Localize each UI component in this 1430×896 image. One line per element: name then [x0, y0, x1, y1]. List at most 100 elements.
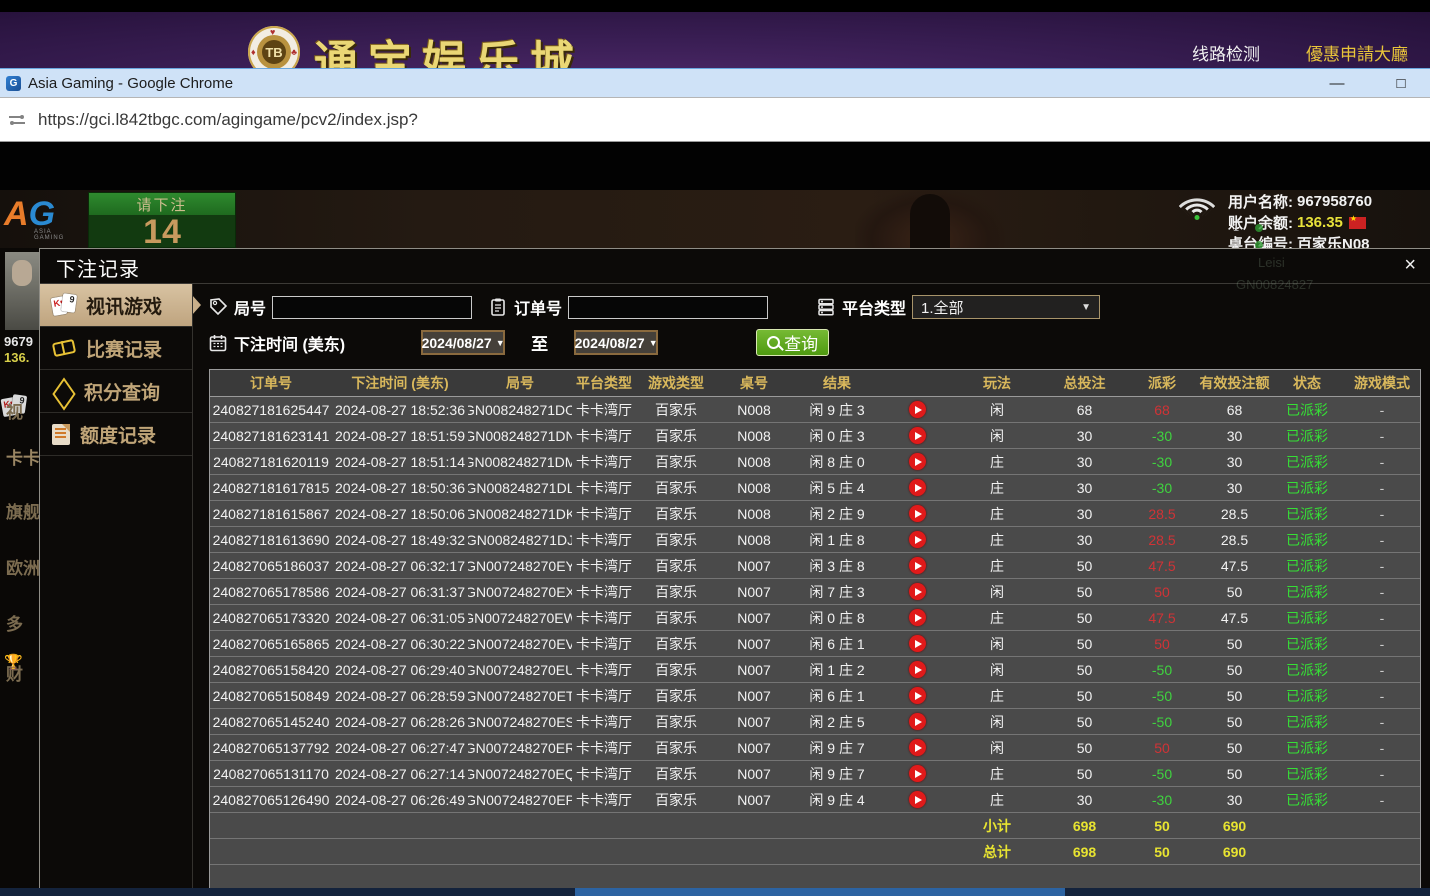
lobby-item-2: 旗舰 [6, 498, 39, 523]
cell-mode: - [1342, 735, 1422, 760]
cell-result: 闲 9 庄 7 [792, 735, 882, 760]
cell-payout: 28.5 [1127, 527, 1197, 552]
minimize-button[interactable]: — [1326, 75, 1348, 92]
sidebar-tab-1[interactable]: 比赛记录 [40, 327, 192, 370]
total-row-cell-round [468, 839, 572, 864]
replay-button[interactable] [909, 635, 926, 652]
cell-platform: 卡卡湾厅 [572, 709, 636, 734]
cell-platform: 卡卡湾厅 [572, 683, 636, 708]
lobby-item-0: 视 [6, 398, 23, 423]
platform-type-select[interactable]: 1.全部 ▼ [912, 295, 1100, 319]
cell-valid: 50 [1197, 683, 1272, 708]
replay-cell [882, 579, 952, 604]
cell-play: 闲 [952, 657, 1042, 682]
table-row: 2408270651508492024-08-27 06:28:59GN0072… [210, 683, 1420, 709]
replay-cell [882, 605, 952, 630]
cell-time: 2024-08-27 06:31:05 [332, 605, 468, 630]
cell-table_no: N007 [716, 657, 792, 682]
cell-result: 闲 3 庄 8 [792, 553, 882, 578]
replay-button[interactable] [909, 583, 926, 600]
cell-result: 闲 9 庄 3 [792, 397, 882, 422]
replay-button[interactable] [909, 609, 926, 626]
table-row: 2408270651264902024-08-27 06:26:49GN0072… [210, 787, 1420, 813]
subtotal-row-cell-round [468, 813, 572, 838]
cell-payout: -30 [1127, 787, 1197, 812]
cell-result: 闲 0 庄 3 [792, 423, 882, 448]
replay-button[interactable] [909, 739, 926, 756]
banner-link-0[interactable]: 线路检测 [1192, 40, 1260, 65]
date-from-picker[interactable]: 2024/08/27▼ [421, 330, 505, 355]
replay-button[interactable] [909, 765, 926, 782]
replay-cell [882, 735, 952, 760]
cell-time: 2024-08-27 06:29:40 [332, 657, 468, 682]
window-title: Asia Gaming - Google Chrome [28, 75, 233, 92]
cell-table_no: N008 [716, 423, 792, 448]
close-icon[interactable]: × [1404, 255, 1416, 275]
cell-result: 闲 6 庄 1 [792, 683, 882, 708]
cell-mode: - [1342, 423, 1422, 448]
total-row-cell-mode [1342, 839, 1422, 864]
cell-mode: - [1342, 501, 1422, 526]
cell-valid: 50 [1197, 657, 1272, 682]
sidebar-tab-3[interactable]: 额度记录 [40, 413, 192, 456]
horizontal-scrollbar[interactable] [0, 888, 1430, 896]
replay-button[interactable] [909, 505, 926, 522]
cell-payout: 68 [1127, 397, 1197, 422]
replay-button[interactable] [909, 427, 926, 444]
order-number-input[interactable] [568, 296, 768, 319]
replay-button[interactable] [909, 713, 926, 730]
url-text[interactable]: https://gci.l842tbgc.com/agingame/pcv2/i… [38, 110, 418, 130]
poker-chip-icon: ♥♥♦♣ TB [248, 26, 300, 68]
cell-platform: 卡卡湾厅 [572, 657, 636, 682]
table-row: 2408270651860372024-08-27 06:32:17GN0072… [210, 553, 1420, 579]
replay-button[interactable] [909, 401, 926, 418]
sidebar-tab-0[interactable]: K♥9视讯游戏 [40, 284, 192, 327]
subtotal-row-cell-valid: 690 [1197, 813, 1272, 838]
replay-cell [882, 423, 952, 448]
cell-order: 240827065178586 [210, 579, 332, 604]
replay-button[interactable] [909, 661, 926, 678]
cell-game: 百家乐 [636, 787, 716, 812]
cell-payout: 28.5 [1127, 501, 1197, 526]
column-header-12: 状态 [1272, 370, 1342, 396]
cell-round: GN007248270EQ [468, 761, 572, 786]
replay-button[interactable] [909, 531, 926, 548]
round-number-input[interactable] [272, 296, 472, 319]
cell-play: 闲 [952, 397, 1042, 422]
cell-play: 庄 [952, 449, 1042, 474]
replay-button[interactable] [909, 687, 926, 704]
cell-platform: 卡卡湾厅 [572, 761, 636, 786]
replay-button[interactable] [909, 479, 926, 496]
replay-button[interactable] [909, 453, 926, 470]
chevron-down-icon: ▼ [1081, 302, 1091, 313]
site-logo: ♥♥♦♣ TB 通宝娱乐城 [248, 26, 584, 68]
column-header-11: 有效投注额 [1197, 370, 1272, 396]
search-button[interactable]: 查询 [756, 329, 829, 356]
cell-round: GN008248271DL [468, 475, 572, 500]
replay-cell [882, 397, 952, 422]
banner-link-1[interactable]: 優惠申請大廳 [1306, 40, 1408, 65]
table-row: 2408271816136902024-08-27 18:49:32GN0082… [210, 527, 1420, 553]
subtotal-row-cell-play: 小计 [952, 813, 1042, 838]
total-row-cell-play: 总计 [952, 839, 1042, 864]
cell-bet: 50 [1042, 709, 1127, 734]
url-bar[interactable]: https://gci.l842tbgc.com/agingame/pcv2/i… [0, 97, 1430, 142]
replay-button[interactable] [909, 557, 926, 574]
cell-result: 闲 2 庄 9 [792, 501, 882, 526]
site-permissions-icon[interactable] [8, 113, 26, 127]
total-row-cell-order [210, 839, 332, 864]
sidebar-tab-2[interactable]: 积分查询 [40, 370, 192, 413]
sidebar-tab-label: 额度记录 [80, 421, 156, 448]
cell-platform: 卡卡湾厅 [572, 553, 636, 578]
cell-bet: 50 [1042, 631, 1127, 656]
date-to-picker[interactable]: 2024/08/27▼ [574, 330, 658, 355]
cell-game: 百家乐 [636, 605, 716, 630]
cell-play: 庄 [952, 605, 1042, 630]
maximize-button[interactable]: □ [1390, 75, 1412, 92]
cell-valid: 30 [1197, 449, 1272, 474]
scrollbar-thumb[interactable] [575, 888, 1065, 896]
replay-button[interactable] [909, 791, 926, 808]
cell-time: 2024-08-27 18:52:36 [332, 397, 468, 422]
cell-status: 已派彩 [1272, 475, 1342, 500]
subtotal-row-cell-order [210, 813, 332, 838]
